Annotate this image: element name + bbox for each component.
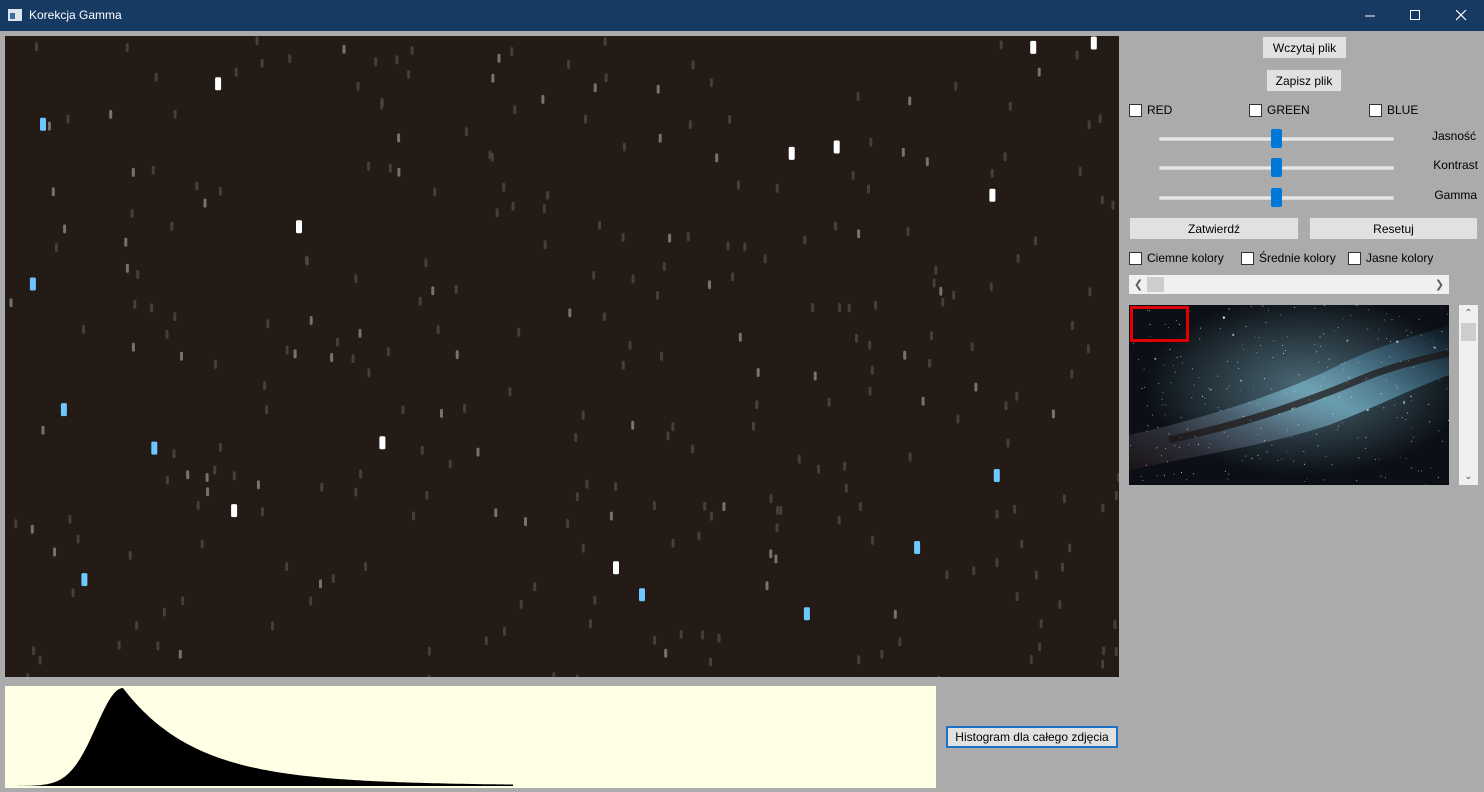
gamma-slider[interactable]	[1159, 188, 1394, 208]
image-preview[interactable]	[1129, 305, 1449, 485]
histogram-chart	[5, 688, 936, 786]
checkbox-box[interactable]	[1369, 103, 1382, 117]
starfield-image	[9, 36, 1119, 677]
checkbox-box[interactable]	[1129, 103, 1142, 117]
checkbox-label: Średnie kolory	[1259, 251, 1336, 265]
scroll-right-icon[interactable]: ❯	[1431, 276, 1448, 293]
checkbox-label: RED	[1147, 103, 1173, 117]
checkbox-box[interactable]	[1129, 251, 1142, 265]
maximize-button[interactable]	[1392, 0, 1438, 31]
maximize-icon	[1409, 10, 1420, 20]
close-icon	[1455, 10, 1466, 21]
dark-colors-checkbox[interactable]: Ciemne kolory	[1129, 251, 1224, 265]
channel-blue-checkbox[interactable]: BLUE	[1369, 103, 1418, 117]
minimize-button[interactable]	[1347, 0, 1393, 31]
slider-thumb[interactable]	[1271, 129, 1282, 148]
channel-green-checkbox[interactable]: GREEN	[1249, 103, 1310, 117]
light-colors-checkbox[interactable]: Jasne kolory	[1348, 251, 1433, 265]
save-file-button[interactable]: Zapisz plik	[1266, 69, 1342, 92]
brightness-label: Jasność	[1431, 129, 1476, 143]
checkbox-label: BLUE	[1387, 103, 1419, 117]
channel-red-checkbox[interactable]: RED	[1129, 103, 1172, 117]
histogram-area	[5, 688, 936, 786]
scroll-down-icon[interactable]: ⌄	[1459, 468, 1478, 485]
window-title: Korekcja Gamma	[29, 8, 122, 22]
histogram-full-image-button[interactable]: Histogram dla całego zdjęcia	[946, 726, 1118, 748]
scroll-up-icon[interactable]: ⌃	[1459, 305, 1478, 322]
scrollbar-thumb[interactable]	[1461, 323, 1476, 341]
slider-thumb[interactable]	[1271, 188, 1282, 207]
main-image-view[interactable]	[5, 36, 1119, 677]
scroll-left-icon[interactable]: ❮	[1130, 276, 1147, 293]
horizontal-scrollbar[interactable]: ❮ ❯	[1129, 275, 1449, 294]
checkbox-label: Ciemne kolory	[1147, 251, 1224, 265]
contrast-label: Kontrast	[1433, 158, 1478, 172]
scrollbar-thumb[interactable]	[1147, 277, 1164, 292]
brightness-slider[interactable]	[1159, 129, 1394, 149]
slider-thumb[interactable]	[1271, 158, 1282, 177]
contrast-slider[interactable]	[1159, 158, 1394, 178]
viewport-indicator[interactable]	[1130, 306, 1189, 342]
close-button[interactable]	[1438, 0, 1484, 31]
checkbox-box[interactable]	[1249, 103, 1262, 117]
mid-colors-checkbox[interactable]: Średnie kolory	[1241, 251, 1336, 265]
vertical-scrollbar[interactable]: ⌃ ⌄	[1459, 305, 1478, 485]
reset-button[interactable]: Resetuj	[1309, 217, 1478, 240]
checkbox-box[interactable]	[1241, 251, 1254, 265]
checkbox-label: GREEN	[1267, 103, 1310, 117]
histogram-panel	[5, 686, 936, 788]
load-file-button[interactable]: Wczytaj plik	[1262, 36, 1347, 59]
apply-button[interactable]: Zatwierdź	[1129, 217, 1299, 240]
title-bar: Korekcja Gamma	[0, 0, 1484, 31]
checkbox-label: Jasne kolory	[1366, 251, 1434, 265]
minimize-icon	[1364, 15, 1375, 17]
gamma-label: Gamma	[1434, 188, 1477, 202]
app-icon	[8, 9, 22, 21]
checkbox-box[interactable]	[1348, 251, 1361, 265]
